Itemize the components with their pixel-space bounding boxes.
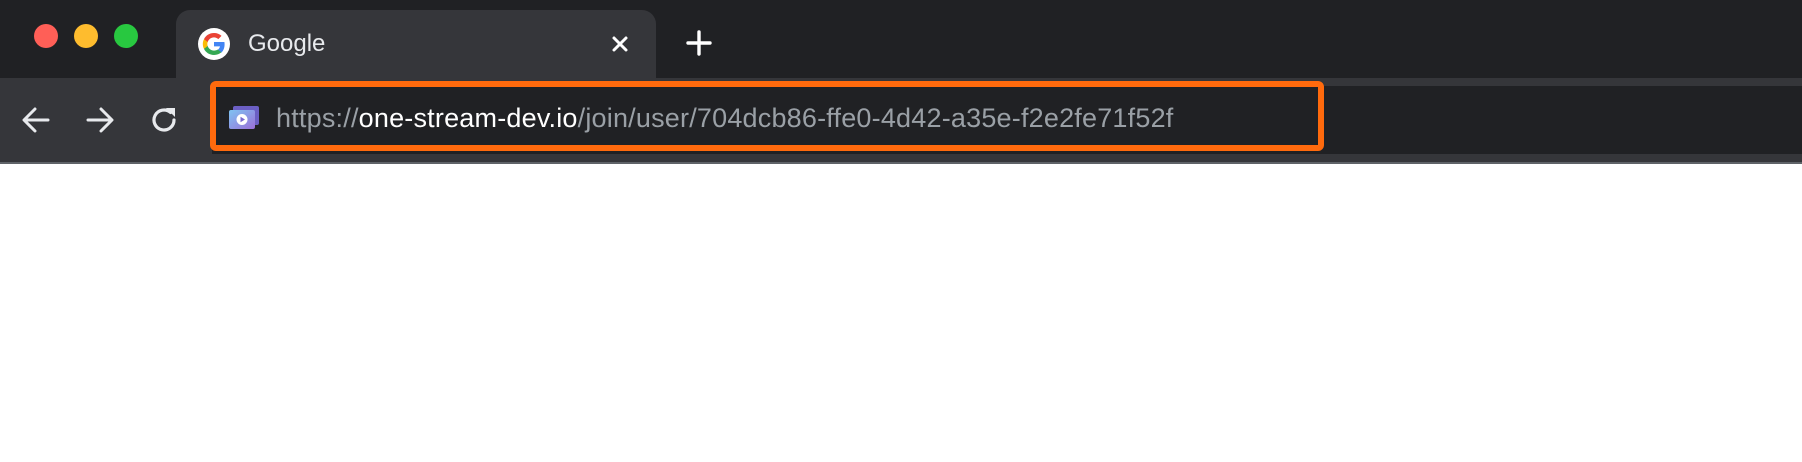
url-text[interactable]: https://one-stream-dev.io/join/user/704d… — [276, 102, 1174, 134]
tab-google[interactable]: Google — [176, 10, 656, 78]
toolbar: https://one-stream-dev.io/join/user/704d… — [0, 78, 1802, 162]
url-path: /join/user/704dcb86-ffe0-4d42-a35e-f2e2f… — [577, 103, 1174, 133]
reload-icon[interactable] — [146, 102, 182, 138]
arrow-left-icon[interactable] — [18, 102, 54, 138]
url-host: one-stream-dev.io — [358, 103, 578, 133]
tab-strip: Google — [0, 0, 1802, 78]
video-stream-icon — [228, 105, 260, 131]
close-icon[interactable] — [606, 30, 634, 58]
plus-icon[interactable] — [684, 28, 714, 58]
address-bar[interactable]: https://one-stream-dev.io/join/user/704d… — [210, 81, 1324, 151]
url-scheme: https:// — [276, 103, 359, 133]
google-g-icon — [198, 28, 230, 60]
window-minimize-button[interactable] — [74, 24, 98, 48]
tab-title: Google — [248, 30, 326, 57]
browser-window: Google https://one-stream-dev.io/join/us… — [0, 0, 1802, 462]
window-maximize-button[interactable] — [114, 24, 138, 48]
page-content — [0, 162, 1802, 462]
arrow-right-icon[interactable] — [82, 102, 118, 138]
window-close-button[interactable] — [34, 24, 58, 48]
